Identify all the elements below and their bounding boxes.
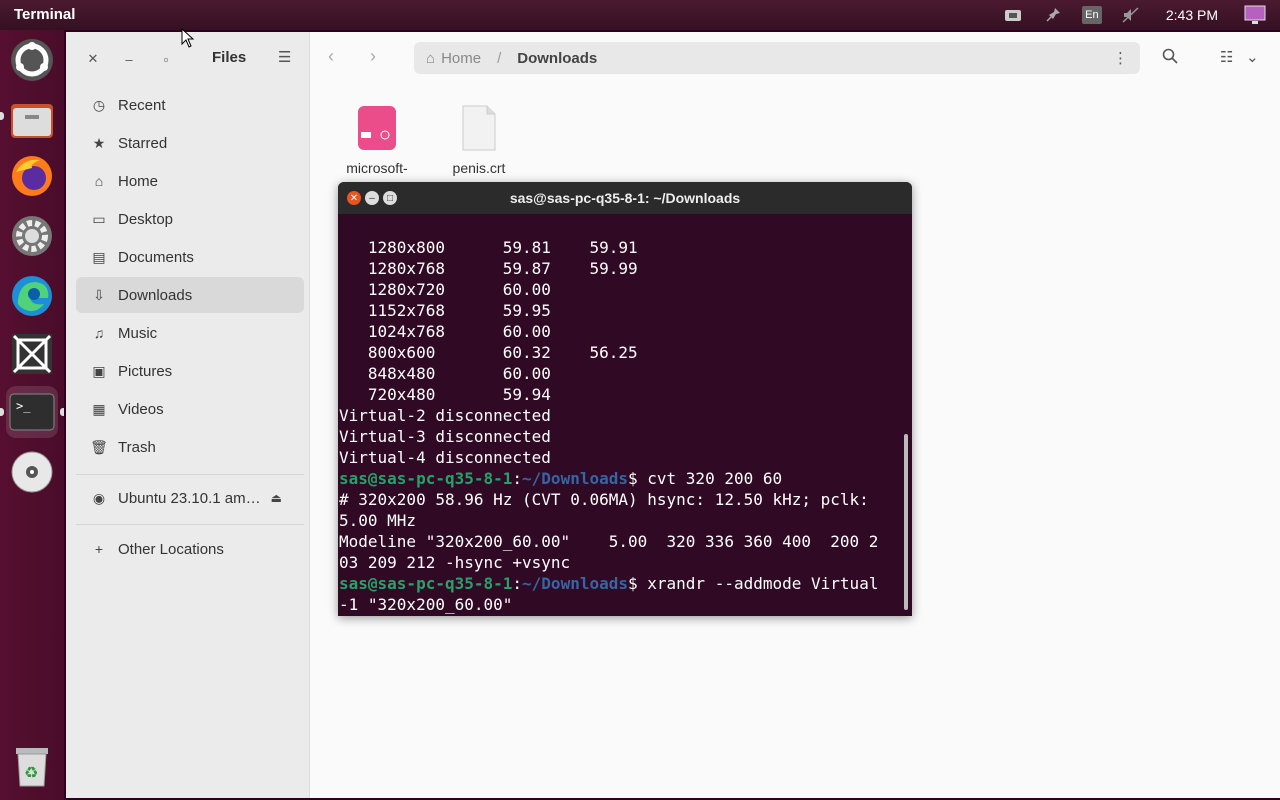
output-line: Virtual-3 disconnected (339, 427, 551, 446)
videos-icon: ▦ (92, 400, 106, 417)
files-title: Files (212, 49, 247, 66)
output-line: 03 209 212 -hsync +vsync (339, 553, 571, 572)
sidebar-item-home[interactable]: ⌂ Home (76, 163, 304, 199)
terminal-title: sas@sas-pc-q35-8-1: ~/Downloads (509, 190, 741, 206)
top-bar: Terminal En 2:43 PM (0, 0, 1280, 30)
eject-icon[interactable]: ⏏ (271, 491, 282, 505)
prompt-line: sas@sas-pc-q35-8-1:~/Downloads$ (339, 615, 899, 616)
output-line: 1024x768 60.00 (339, 322, 571, 341)
sidebar-item-desktop[interactable]: ▭ Desktop (76, 201, 304, 237)
disc-icon: ◉ (92, 489, 106, 506)
dock-disc-icon[interactable] (6, 446, 58, 498)
output-line: 1280x720 60.00 (339, 280, 571, 299)
screen-icon[interactable] (1244, 4, 1266, 26)
close-icon[interactable]: ✕ (82, 48, 104, 70)
file-item[interactable]: microsoft- (332, 104, 422, 176)
dock-trash-icon[interactable]: ♻ (6, 740, 58, 792)
output-line: Modeline "320x200_60.00" 5.00 320 336 36… (339, 532, 879, 551)
more-options-icon[interactable]: ⋮ (1113, 49, 1128, 67)
maximize-icon[interactable]: ▫ (155, 48, 177, 70)
minimize-icon[interactable]: – (118, 48, 140, 70)
dock-firefox-icon[interactable] (6, 150, 58, 202)
sidebar-item-pictures[interactable]: ▣ Pictures (76, 353, 304, 389)
scrollbar[interactable] (904, 434, 908, 610)
dock-ubuntu-installer-icon[interactable] (6, 34, 58, 86)
output-line: Virtual-2 disconnected (339, 406, 551, 425)
svg-text:>_: >_ (16, 399, 31, 413)
prompt-line: sas@sas-pc-q35-8-1:~/Downloads$ cvt 320 … (339, 469, 783, 488)
star-icon: ★ (92, 134, 106, 151)
keyboard-layout-indicator[interactable]: En (1081, 6, 1102, 24)
system-tray: En 2:43 PM (1002, 4, 1266, 26)
output-line: 1280x768 59.87 59.99 (339, 259, 657, 278)
document-icon (459, 104, 499, 152)
output-line: 848x480 60.00 (339, 364, 571, 383)
terminal-titlebar[interactable]: ✕ – □ sas@sas-pc-q35-8-1: ~/Downloads (338, 182, 912, 214)
download-icon: ⇩ (93, 286, 105, 303)
home-icon: ⌂ (94, 173, 104, 189)
sidebar-separator (76, 474, 304, 475)
output-line: 720x480 59.94 (339, 385, 571, 404)
sidebar-item-downloads[interactable]: ⇩ Downloads (76, 277, 304, 313)
file-name: microsoft- (346, 160, 408, 176)
deb-package-icon (357, 104, 397, 152)
trash-icon: 🗑 (90, 438, 108, 455)
dock-terminal-icon[interactable]: >_ (6, 386, 58, 438)
terminal-output[interactable]: 1280x800 59.81 59.91 1280x768 59.87 59.9… (339, 216, 899, 616)
path-current[interactable]: Downloads (517, 50, 597, 67)
files-header: ‹ › ⌂ Home / Downloads ⋮ ☷ ⌄ (310, 32, 1280, 84)
output-line: 1280x800 59.81 59.91 (339, 238, 657, 257)
dock-edge-icon[interactable] (6, 270, 58, 322)
sidebar-item-starred[interactable]: ★ Starred (76, 125, 304, 161)
dock-files-icon[interactable] (6, 92, 58, 144)
sidebar-separator-2 (76, 524, 304, 525)
path-bar[interactable]: ⌂ Home / Downloads ⋮ (414, 42, 1140, 74)
volume-muted-icon[interactable] (1120, 4, 1142, 26)
documents-icon: ▤ (92, 248, 106, 265)
hamburger-menu-icon[interactable]: ☰ (278, 48, 291, 66)
chevron-down-icon[interactable]: ⌄ (1246, 48, 1259, 66)
files-sidebar: ✕ – ▫ Files ☰ ◷ Recent ★ Starred ⌂ Home … (66, 32, 310, 798)
output-line: # 320x200 58.96 Hz (CVT 0.06MA) hsync: 1… (339, 490, 869, 509)
desktop-icon: ▭ (92, 210, 106, 227)
sidebar-item-device[interactable]: ◉ Ubuntu 23.10.1 am… ⏏ (76, 480, 304, 516)
active-app-name[interactable]: Terminal (14, 6, 75, 23)
output-line: 5.00 MHz (339, 511, 417, 530)
clock[interactable]: 2:43 PM (1166, 7, 1218, 23)
music-icon: ♫ (93, 325, 105, 341)
svg-text:♻: ♻ (24, 765, 38, 782)
sidebar-item-trash[interactable]: 🗑 Trash (76, 429, 304, 465)
output-line: 1152x768 59.95 (339, 301, 571, 320)
dock: >_ ♻ (0, 30, 64, 800)
list-view-icon[interactable]: ☷ (1220, 48, 1233, 66)
path-home[interactable]: ⌂ Home (426, 50, 481, 67)
terminal-window: ✕ – □ sas@sas-pc-q35-8-1: ~/Downloads 12… (338, 182, 912, 616)
sidebar-item-documents[interactable]: ▤ Documents (76, 239, 304, 275)
sidebar-item-music[interactable]: ♫ Music (76, 315, 304, 351)
clock-icon: ◷ (92, 96, 106, 113)
dock-app-icon[interactable] (6, 328, 58, 380)
file-name: penis.crt (452, 160, 506, 176)
search-icon[interactable] (1162, 48, 1178, 68)
prompt-line: sas@sas-pc-q35-8-1:~/Downloads$ xrandr -… (339, 574, 879, 593)
dock-settings-icon[interactable] (6, 210, 58, 262)
sidebar-item-recent[interactable]: ◷ Recent (76, 87, 304, 123)
output-line: -1 "320x200_60.00" (339, 595, 513, 614)
back-icon[interactable]: ‹ (328, 46, 334, 67)
mouse-pointer-icon (181, 28, 195, 48)
sidebar-item-other-locations[interactable]: + Other Locations (76, 531, 304, 567)
output-line: 800x600 60.32 56.25 (339, 343, 657, 362)
forward-icon[interactable]: › (370, 46, 376, 67)
pin-icon[interactable] (1042, 4, 1064, 26)
update-icon[interactable] (1002, 4, 1024, 26)
pictures-icon: ▣ (92, 362, 106, 379)
sidebar-item-videos[interactable]: ▦ Videos (76, 391, 304, 427)
file-item[interactable]: penis.crt (434, 104, 524, 176)
plus-icon: + (94, 541, 104, 557)
home-icon: ⌂ (426, 49, 436, 67)
path-separator: / (497, 49, 502, 67)
output-line: Virtual-4 disconnected (339, 448, 551, 467)
